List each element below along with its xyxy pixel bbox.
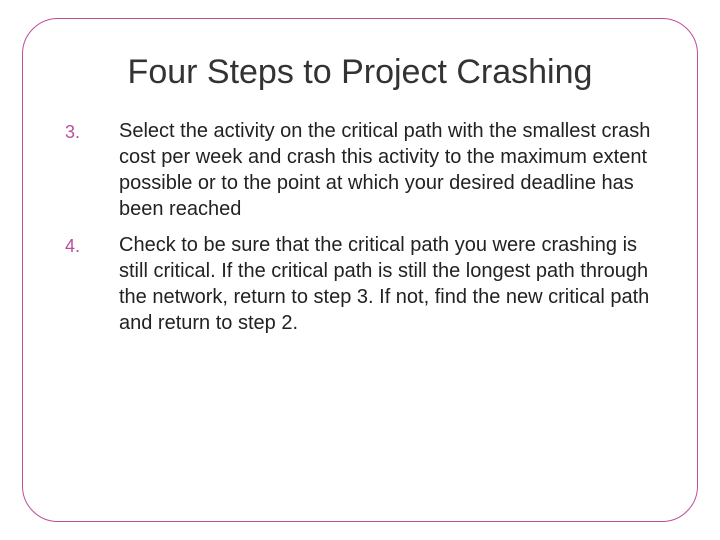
- list-number: 4.: [65, 232, 111, 336]
- slide-title: Four Steps to Project Crashing: [65, 53, 655, 92]
- slide-frame: Four Steps to Project Crashing 3. Select…: [22, 18, 698, 522]
- numbered-list: 3. Select the activity on the critical p…: [65, 118, 655, 336]
- list-number: 3.: [65, 118, 111, 222]
- list-item: Check to be sure that the critical path …: [119, 232, 655, 336]
- list-item: Select the activity on the critical path…: [119, 118, 655, 222]
- slide: Four Steps to Project Crashing 3. Select…: [0, 0, 720, 540]
